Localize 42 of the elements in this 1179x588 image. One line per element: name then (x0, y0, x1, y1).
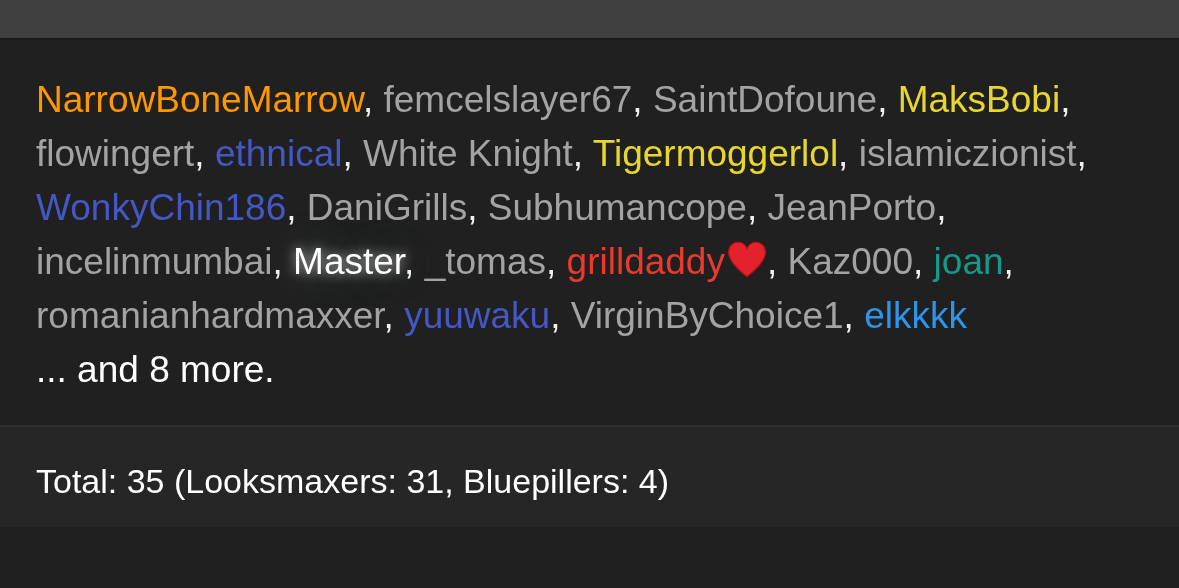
username-link[interactable]: Master (293, 241, 405, 282)
username-link[interactable]: islamiczionist (858, 133, 1077, 174)
username-link[interactable]: elkkkk (864, 295, 967, 336)
comma-separator: , (467, 187, 478, 228)
comma-separator: , (272, 241, 283, 282)
username-link[interactable]: _tomas (424, 241, 546, 282)
comma-separator: , (546, 241, 557, 282)
username-link[interactable]: flowingert (36, 133, 195, 174)
username-link[interactable]: grilldaddy (566, 241, 725, 282)
comma-separator: , (936, 187, 947, 228)
username-link[interactable]: DaniGrills (306, 187, 468, 228)
username-link[interactable]: SaintDofoune (652, 79, 878, 120)
comma-separator: , (877, 79, 888, 120)
username-link[interactable]: Kaz000 (787, 241, 913, 282)
username-link[interactable]: MaksBobi (897, 79, 1061, 120)
comma-separator: , (838, 133, 849, 174)
comma-separator: , (550, 295, 561, 336)
username-link[interactable]: White Knight (363, 133, 573, 174)
comma-separator: , (342, 133, 353, 174)
comma-separator: , (766, 241, 778, 282)
comma-separator: , (1076, 133, 1087, 174)
username-link[interactable]: femcelslayer67 (383, 79, 633, 120)
username-link[interactable]: romanianhardmaxxer (36, 295, 384, 336)
username-link[interactable]: NarrowBoneMarrow (36, 79, 363, 120)
comma-separator: , (286, 187, 297, 228)
comma-separator: , (746, 187, 758, 228)
username-link[interactable]: JeanPorto (767, 187, 937, 228)
total-count-text: Total: 35 (Looksmaxers: 31, Bluepillers: 4) (36, 462, 670, 500)
username-link[interactable]: VirginByChoice1 (570, 295, 844, 336)
more-users-text: ... and 8 more. (36, 348, 276, 392)
comma-separator: , (843, 295, 854, 336)
comma-separator: , (913, 241, 924, 282)
username-link[interactable]: Tigermoggerlol (592, 133, 839, 174)
username-link[interactable]: joan (933, 241, 1004, 282)
comma-separator: , (632, 79, 643, 120)
comma-separator: , (572, 133, 584, 174)
comma-separator: , (404, 241, 415, 282)
username-link[interactable]: incelinmumbai (36, 241, 273, 282)
username-link[interactable]: Subhumancope (487, 187, 747, 228)
comma-separator: , (1060, 79, 1071, 120)
comma-separator: , (1003, 241, 1014, 282)
comma-separator: , (194, 133, 205, 174)
